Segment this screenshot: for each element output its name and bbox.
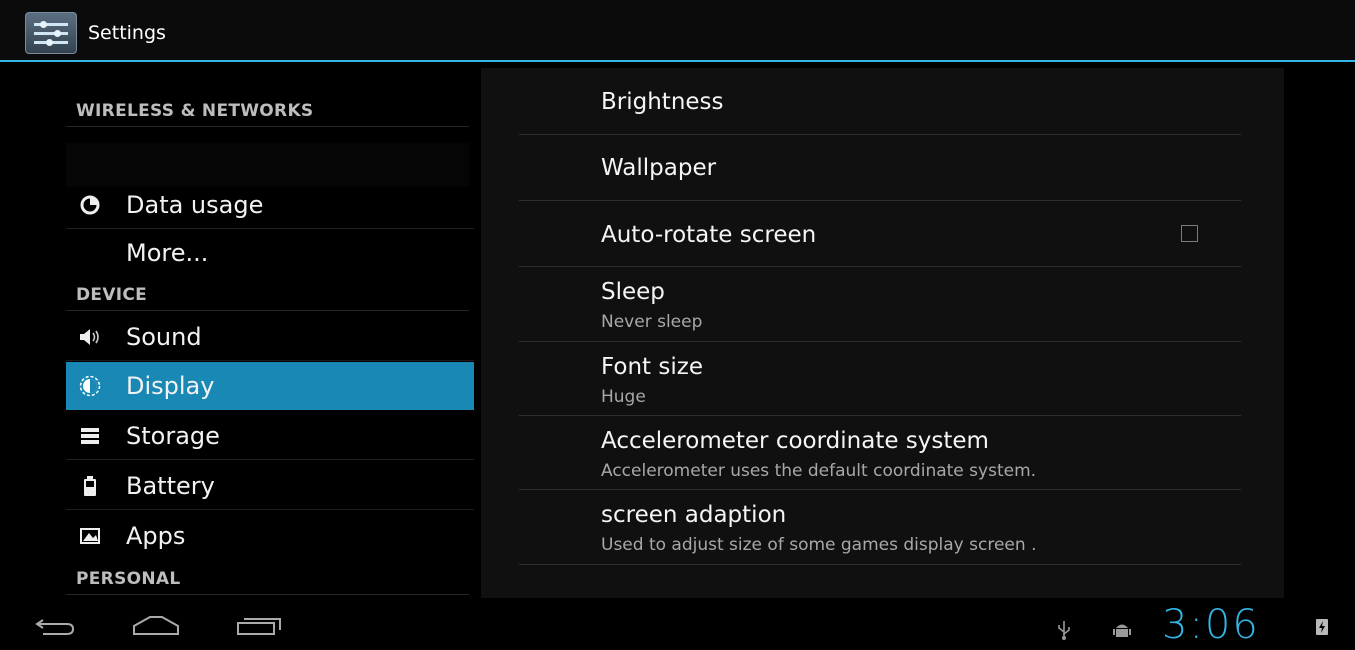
app-title: Settings	[88, 22, 166, 44]
recent-apps-icon[interactable]	[236, 614, 284, 640]
pref-auto-rotate[interactable]: Auto-rotate screen	[519, 201, 1241, 267]
pref-accelerometer[interactable]: Accelerometer coordinate system Accelero…	[519, 416, 1241, 490]
action-bar: Settings	[0, 0, 1355, 62]
pref-wallpaper[interactable]: Wallpaper	[519, 135, 1241, 201]
sidebar-item-label: Display	[126, 372, 215, 400]
sidebar-item-label: Battery	[126, 472, 215, 500]
sidebar-item-data-usage[interactable]: Data usage	[66, 181, 474, 229]
pref-summary: Never sleep	[601, 312, 703, 332]
pref-summary: Accelerometer uses the default coordinat…	[601, 461, 1037, 481]
back-icon[interactable]	[33, 614, 77, 640]
settings-sliders-icon[interactable]	[25, 12, 77, 54]
battery-icon	[78, 474, 102, 498]
pref-title: Wallpaper	[601, 155, 717, 181]
pref-title: Sleep	[601, 279, 665, 305]
sidebar-item-label: Apps	[126, 522, 186, 550]
sidebar-item-storage[interactable]: Storage	[66, 412, 474, 460]
pref-screen-adaption[interactable]: screen adaption Used to adjust size of s…	[519, 490, 1241, 565]
divider	[66, 594, 469, 595]
usb-icon	[1056, 620, 1072, 645]
sidebar-item-label: More...	[126, 239, 209, 267]
pref-title: screen adaption	[601, 502, 787, 528]
storage-icon	[78, 424, 102, 448]
pref-summary: Used to adjust size of some games displa…	[601, 535, 1037, 555]
pref-title: Brightness	[601, 89, 724, 115]
android-debug-icon	[1112, 620, 1132, 645]
sidebar-item-battery[interactable]: Battery	[66, 462, 474, 510]
battery-charging-icon[interactable]	[1316, 619, 1328, 635]
section-header-device: DEVICE	[76, 285, 148, 305]
section-header-personal: PERSONAL	[76, 569, 181, 589]
auto-rotate-checkbox[interactable]	[1181, 225, 1198, 242]
pref-sleep[interactable]: Sleep Never sleep	[519, 267, 1241, 342]
system-navigation-bar: 3:06	[0, 600, 1355, 650]
clock[interactable]: 3:06	[1162, 602, 1260, 648]
display-settings-pane: Brightness Wallpaper Auto-rotate screen …	[481, 68, 1284, 598]
data-usage-icon	[78, 193, 102, 217]
divider	[66, 310, 469, 311]
display-brightness-icon	[78, 374, 102, 398]
divider	[66, 126, 469, 127]
sidebar-item-sound[interactable]: Sound	[66, 313, 474, 361]
speaker-icon	[78, 325, 102, 349]
pref-title: Font size	[601, 354, 703, 380]
sidebar-item-label: Data usage	[126, 191, 264, 219]
sidebar-item-label: Storage	[126, 422, 220, 450]
pref-font-size[interactable]: Font size Huge	[519, 342, 1241, 416]
sidebar-item-label: Sound	[126, 323, 202, 351]
pref-title: Accelerometer coordinate system	[601, 428, 989, 454]
section-header-wireless: WIRELESS & NETWORKS	[76, 101, 314, 121]
home-icon[interactable]	[132, 614, 182, 640]
sidebar-item-display[interactable]: Display	[66, 362, 474, 410]
pref-summary: Huge	[601, 387, 646, 407]
pref-brightness[interactable]: Brightness	[519, 68, 1241, 135]
sidebar-item-apps[interactable]: Apps	[66, 512, 474, 560]
sidebar-item-more[interactable]: More...	[66, 229, 474, 277]
apps-icon	[78, 524, 102, 548]
pref-title: Auto-rotate screen	[601, 222, 817, 248]
